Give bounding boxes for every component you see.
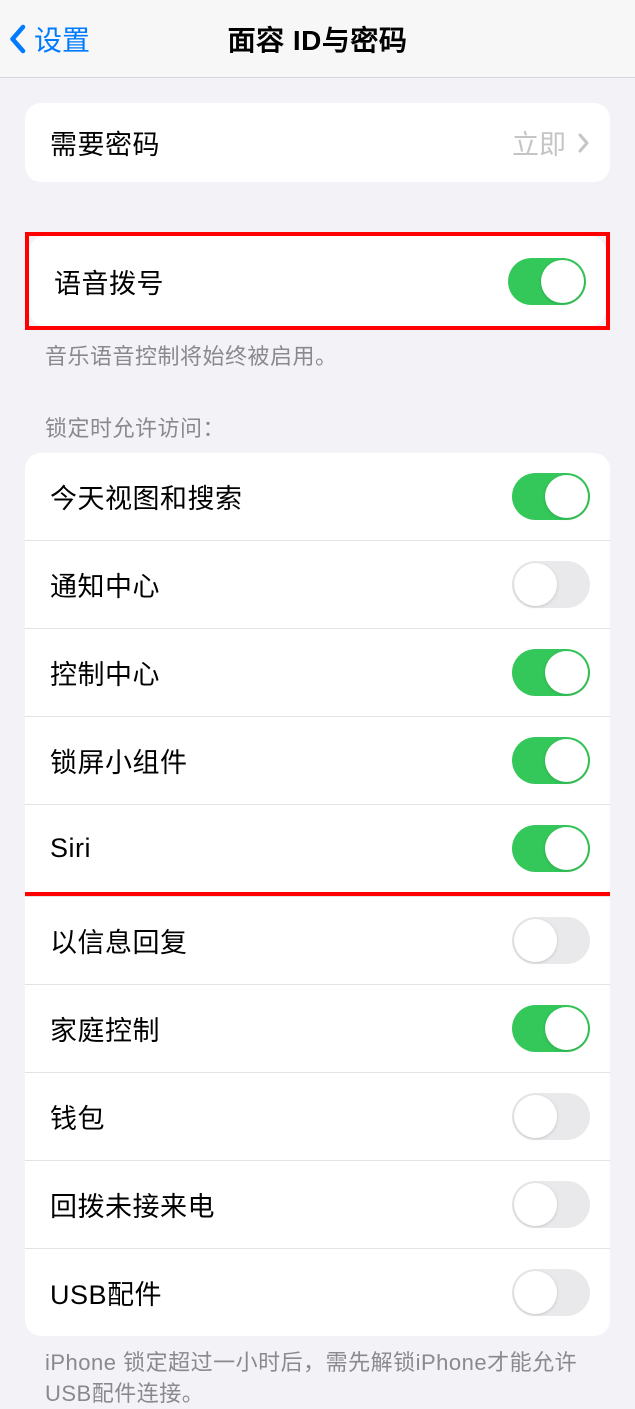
locked-access-row: 通知中心	[25, 540, 610, 628]
back-label: 设置	[34, 19, 90, 59]
locked-access-row: 家庭控制	[25, 984, 610, 1072]
page-title: 面容 ID与密码	[228, 19, 408, 59]
voice-dial-footer: 音乐语音控制将始终被启用。	[0, 330, 635, 373]
locked-access-label: USB配件	[50, 1273, 162, 1312]
locked-access-header: 锁定时允许访问：	[0, 411, 635, 453]
locked-access-row: 锁屏小组件	[25, 716, 610, 804]
locked-access-group: 锁定时允许访问： 今天视图和搜索通知中心控制中心锁屏小组件 Siri 以信息回复家庭…	[0, 411, 635, 1409]
locked-access-toggle[interactable]	[512, 1005, 590, 1052]
voice-dial-label: 语音拨号	[54, 262, 164, 301]
chevron-right-icon	[578, 133, 590, 153]
navigation-bar: 设置 面容 ID与密码	[0, 0, 635, 78]
toggle-knob	[545, 1007, 588, 1050]
locked-access-row: USB配件	[25, 1248, 610, 1336]
toggle-knob	[514, 1183, 557, 1226]
locked-access-toggle[interactable]	[512, 825, 590, 872]
voice-dial-group: 语音拨号 音乐语音控制将始终被启用。	[0, 232, 635, 373]
locked-access-label: 锁屏小组件	[50, 741, 188, 780]
toggle-knob	[541, 260, 584, 303]
locked-access-label: 回拨未接来电	[50, 1185, 215, 1224]
locked-access-footer: iPhone 锁定超过一小时后，需先解锁iPhone才能允许USB配件连接。	[0, 1336, 635, 1409]
locked-access-toggle[interactable]	[512, 737, 590, 784]
locked-access-row: 以信息回复	[25, 896, 610, 984]
locked-access-row: 控制中心	[25, 628, 610, 716]
require-passcode-row[interactable]: 需要密码 立即	[25, 103, 610, 182]
locked-access-row: Siri	[25, 804, 610, 896]
locked-access-toggle[interactable]	[512, 473, 590, 520]
locked-access-toggle[interactable]	[512, 561, 590, 608]
toggle-knob	[514, 1095, 557, 1138]
toggle-knob	[514, 1271, 557, 1314]
locked-access-toggle[interactable]	[512, 1181, 590, 1228]
cell-detail: 立即	[512, 123, 590, 162]
settings-content: 需要密码 立即 语音拨号 音乐语音控制将始终被启用。	[0, 103, 635, 1409]
require-passcode-label: 需要密码	[50, 123, 160, 162]
locked-access-list: 今天视图和搜索通知中心控制中心锁屏小组件 Siri 以信息回复家庭控制钱包回拨未接来…	[25, 453, 610, 1336]
locked-access-toggle[interactable]	[512, 649, 590, 696]
voice-dial-row: 语音拨号	[29, 236, 606, 326]
passcode-require-group: 需要密码 立即	[0, 103, 635, 182]
locked-access-label: 家庭控制	[50, 1009, 160, 1048]
voice-dial-toggle[interactable]	[508, 258, 586, 305]
toggle-knob	[545, 827, 588, 870]
locked-access-toggle[interactable]	[512, 1093, 590, 1140]
locked-access-label: 通知中心	[50, 565, 160, 604]
locked-access-label: 以信息回复	[50, 921, 188, 960]
back-button[interactable]: 设置	[8, 19, 90, 59]
locked-access-label: 今天视图和搜索	[50, 477, 243, 516]
chevron-left-icon	[8, 24, 26, 54]
locked-access-row: 钱包	[25, 1072, 610, 1160]
toggle-knob	[514, 919, 557, 962]
locked-access-row: 回拨未接来电	[25, 1160, 610, 1248]
toggle-knob	[545, 651, 588, 694]
toggle-knob	[545, 739, 588, 782]
toggle-knob	[514, 563, 557, 606]
voice-dial-highlight: 语音拨号	[25, 232, 610, 330]
locked-access-row: 今天视图和搜索	[25, 453, 610, 540]
toggle-knob	[545, 475, 588, 518]
locked-access-toggle[interactable]	[512, 917, 590, 964]
locked-access-label: Siri	[50, 833, 91, 864]
locked-access-toggle[interactable]	[512, 1269, 590, 1316]
locked-access-label: 钱包	[50, 1097, 105, 1136]
locked-access-label: 控制中心	[50, 653, 160, 692]
require-passcode-value: 立即	[512, 123, 566, 162]
